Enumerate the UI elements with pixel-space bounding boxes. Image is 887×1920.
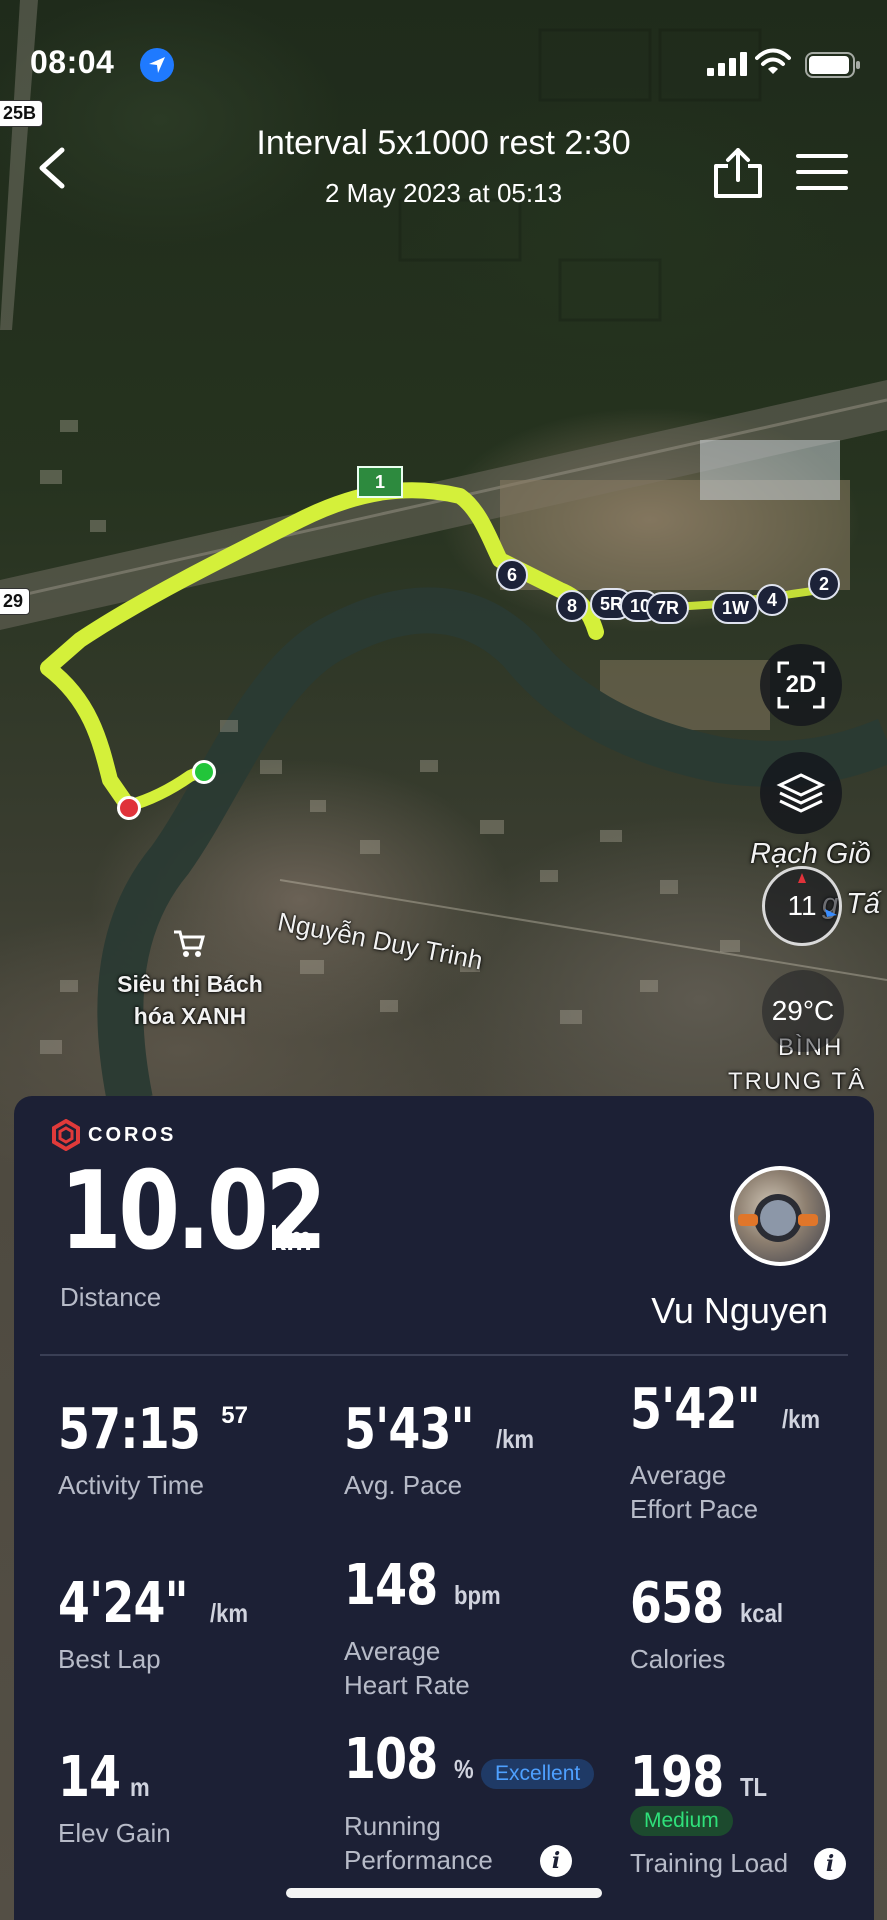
- heart-rate-value: 148: [344, 1553, 438, 1618]
- share-button[interactable]: [712, 148, 764, 198]
- stat-elev-gain: 14 m Elev Gain: [58, 1750, 171, 1850]
- training-load-label: Training Load: [630, 1848, 789, 1878]
- stat-best-lap: 4'24"/km Best Lap: [58, 1576, 255, 1676]
- info-icon[interactable]: i: [814, 1848, 846, 1880]
- distance-label: Distance: [60, 1282, 162, 1312]
- map-layers-button[interactable]: [760, 752, 842, 834]
- wifi-icon: [755, 48, 791, 74]
- distance-unit: km: [270, 1220, 312, 1258]
- stat-calories: 658 kcal Calories: [630, 1576, 791, 1676]
- coros-logo-icon: [52, 1119, 80, 1151]
- avg-pace-unit: /km: [496, 1424, 535, 1454]
- running-performance-label: Running Performance i: [344, 1809, 594, 1877]
- stat-effort-pace: 5'42"/km Average Effort Pace: [630, 1382, 827, 1526]
- status-bar: 08:04: [0, 0, 887, 120]
- compass-widget[interactable]: 11: [762, 866, 842, 946]
- best-lap-label: Best Lap: [58, 1644, 161, 1674]
- heart-rate-label-line1: Average: [344, 1636, 441, 1666]
- area-label: TRUNG TÂ: [728, 1068, 867, 1095]
- effort-pace-value: 5'42": [630, 1377, 761, 1442]
- calories-unit: kcal: [739, 1598, 783, 1628]
- stat-running-performance: 108% Excellent Running Performance i: [344, 1727, 595, 1877]
- effort-pace-unit: /km: [782, 1404, 821, 1434]
- home-indicator[interactable]: [286, 1888, 602, 1898]
- brand-name: COROS: [88, 1123, 177, 1146]
- menu-button[interactable]: [796, 152, 848, 192]
- location-arrow-icon: [140, 48, 174, 82]
- activity-title: Interval 5x1000 rest 2:30: [256, 124, 631, 162]
- battery-icon: [805, 52, 860, 78]
- elev-gain-unit: m: [129, 1772, 150, 1802]
- training-load-value: 198: [630, 1745, 724, 1810]
- heart-rate-label-line2: Heart Rate: [344, 1670, 470, 1700]
- view-mode-label: 2D: [785, 671, 817, 698]
- route-start-point: [192, 760, 216, 784]
- training-load-label-row: Training Load i: [630, 1846, 874, 1880]
- layers-icon: [776, 773, 826, 813]
- km-marker[interactable]: 1: [357, 466, 403, 498]
- running-performance-unit: %: [453, 1754, 474, 1784]
- activity-time-label: Activity Time: [58, 1470, 204, 1500]
- elev-gain-value: 14: [58, 1745, 121, 1810]
- activity-time-value: 57:15: [58, 1397, 201, 1462]
- lap-marker[interactable]: 6: [496, 559, 528, 591]
- elev-gain-label: Elev Gain: [58, 1818, 171, 1848]
- activity-date: 2 May 2023 at 05:13: [324, 178, 563, 208]
- avg-pace-value: 5'43": [344, 1397, 475, 1462]
- avg-pace-label: Avg. Pace: [344, 1470, 463, 1500]
- shopping-cart-icon: [172, 928, 206, 958]
- weather-temp: 29°C: [771, 995, 835, 1026]
- stat-activity-time: 57:15 57 Activity Time: [58, 1402, 248, 1502]
- running-performance-value: 108: [344, 1727, 438, 1792]
- avatar[interactable]: [730, 1166, 830, 1266]
- heart-rate-label: Average Heart Rate: [344, 1634, 509, 1702]
- activity-summary-panel: COROS 10.02 km Distance Vu Nguyen 57:15 5…: [14, 1096, 874, 1920]
- status-time: 08:04: [30, 44, 115, 80]
- calories-value: 658: [630, 1571, 724, 1636]
- effort-pace-label: Average Effort Pace: [630, 1458, 827, 1526]
- lap-marker[interactable]: 1W: [712, 592, 759, 624]
- training-load-badge: Medium: [630, 1806, 733, 1836]
- best-lap-unit: /km: [210, 1598, 249, 1628]
- user-name[interactable]: Vu Nguyen: [651, 1290, 828, 1332]
- lap-marker[interactable]: 7R: [646, 592, 690, 624]
- stat-heart-rate: 148 bpm Average Heart Rate: [344, 1558, 509, 1702]
- back-button[interactable]: [34, 146, 68, 190]
- effort-pace-label-line2: Effort Pace: [630, 1494, 759, 1524]
- cellular-signal-icon: [707, 52, 747, 76]
- store-label-line1: Siêu thị Bách: [117, 971, 263, 997]
- activity-time-seconds: 57: [221, 1402, 248, 1429]
- divider: [40, 1354, 848, 1356]
- calories-label: Calories: [630, 1644, 726, 1674]
- watch-photo: [738, 1194, 818, 1242]
- view-mode-toggle[interactable]: 2D: [760, 644, 842, 726]
- effort-pace-label-line1: Average: [630, 1460, 727, 1490]
- performance-badge: Excellent: [481, 1758, 595, 1789]
- info-icon[interactable]: i: [540, 1844, 572, 1877]
- lap-marker[interactable]: 2: [808, 568, 840, 600]
- heart-rate-unit: bpm: [453, 1580, 501, 1610]
- lap-marker[interactable]: 4: [756, 584, 788, 616]
- lap-marker[interactable]: 8: [556, 590, 588, 622]
- training-load-unit: TL: [739, 1772, 767, 1802]
- best-lap-value: 4'24": [58, 1571, 189, 1636]
- running-performance-label-line1: Running: [344, 1810, 441, 1841]
- coros-logo: COROS: [50, 1118, 176, 1152]
- weather-widget: 29°C: [762, 970, 844, 1052]
- route-end-point: [117, 796, 141, 820]
- compass-icon: [798, 873, 837, 917]
- stat-avg-pace: 5'43"/km Avg. Pace: [344, 1402, 541, 1502]
- road-shield-29: 29: [0, 588, 31, 615]
- store-label: Siêu thị Bách hóa XANH: [100, 968, 280, 1032]
- stat-training-load: 198 TLMedium Training Load i: [630, 1750, 874, 1880]
- store-label-line2: hóa XANH: [133, 1003, 247, 1029]
